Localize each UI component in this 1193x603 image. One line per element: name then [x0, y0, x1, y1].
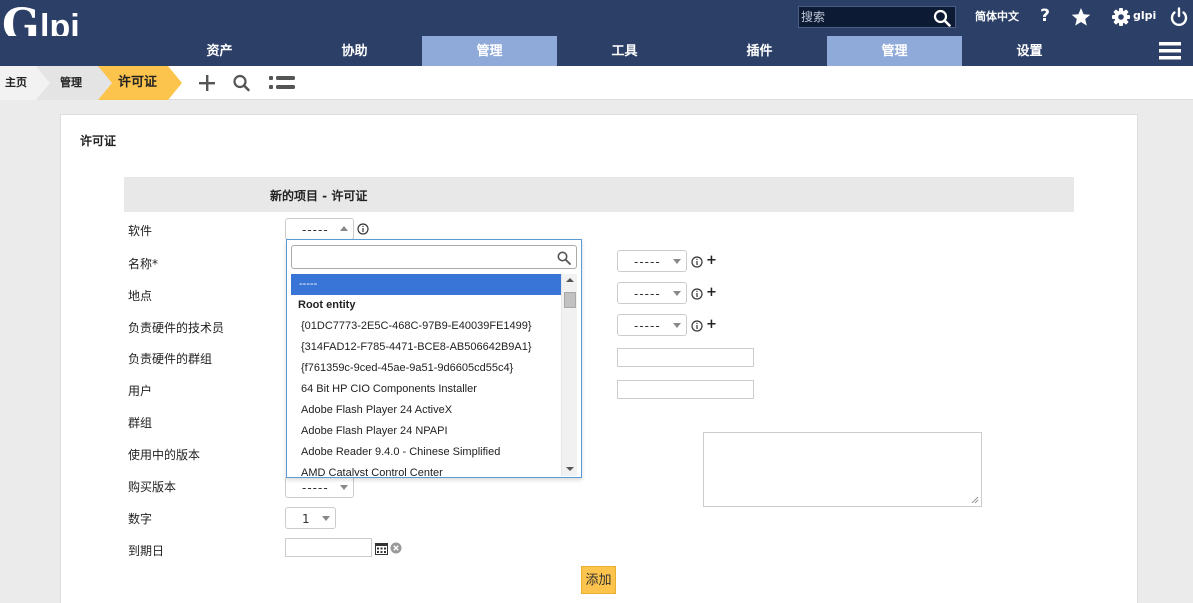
dropdown-option[interactable]: {314FAD12-F785-4471-BCE8-AB506642B9A1} [291, 337, 561, 358]
dropdown-option-empty[interactable]: ----- [291, 274, 561, 295]
dropdown-option[interactable]: Adobe Flash Player 24 ActiveX [291, 400, 561, 421]
user-name[interactable]: glpi [1133, 9, 1156, 22]
dropdown-option[interactable]: {f761359c-9ced-45ae-9a51-9d6605cd55c4} [291, 358, 561, 379]
location-select[interactable]: ----- [617, 282, 687, 304]
form-title: 新的项目 - 许可证 [270, 189, 368, 203]
nav-item-assets[interactable]: 资产 [152, 36, 287, 66]
number-label: 数字 [128, 512, 153, 526]
logout-icon[interactable] [1168, 6, 1190, 28]
search-icon [557, 251, 571, 265]
name-select[interactable]: ----- [617, 250, 687, 272]
page-title: 许可证 [80, 134, 117, 148]
chevron-down-icon [673, 259, 681, 264]
dropdown-scrollbar[interactable] [561, 274, 577, 476]
clear-date-icon[interactable] [390, 542, 402, 554]
software-dropdown: ----- Root entity {01DC7773-2E5C-468C-97… [286, 239, 582, 478]
dropdown-option[interactable]: {01DC7773-2E5C-468C-97B9-E40039FE1499} [291, 316, 561, 337]
dropdown-option[interactable]: Adobe Flash Player 24 NPAPI [291, 421, 561, 442]
name-label: 名称* [128, 257, 159, 271]
nav-item-administration[interactable]: 管理 [827, 36, 962, 66]
purchase-version-label: 购买版本 [128, 480, 177, 494]
comment-textarea[interactable] [703, 432, 982, 507]
add-button[interactable]: 添加 [581, 566, 616, 594]
nav-item-tools[interactable]: 工具 [557, 36, 692, 66]
technician-select[interactable]: ----- [617, 314, 687, 336]
number-select[interactable]: 1 [285, 507, 336, 529]
software-select[interactable]: ----- [285, 218, 354, 240]
nav-item-plugins[interactable]: 插件 [692, 36, 827, 66]
chevron-down-icon [340, 485, 348, 490]
dropdown-list: ----- Root entity {01DC7773-2E5C-468C-97… [291, 274, 561, 476]
help-icon[interactable]: ? [1034, 6, 1056, 28]
list-view-icon[interactable] [268, 74, 296, 92]
dropdown-option[interactable]: 64 Bit HP CIO Components Installer [291, 379, 561, 400]
dropdown-group-root-entity: Root entity [298, 299, 356, 311]
info-icon[interactable] [691, 288, 703, 300]
chevron-down-icon [673, 323, 681, 328]
hamburger-menu-icon[interactable] [1158, 41, 1182, 61]
group-label: 群组 [128, 416, 153, 430]
dropdown-option[interactable]: AMD Catalyst Control Center [291, 463, 561, 476]
expiration-date-input[interactable] [285, 538, 372, 557]
location-label: 地点 [128, 289, 153, 303]
tech-group-label: 负责硬件的群组 [128, 352, 213, 366]
add-plus-icon[interactable]: + [706, 253, 717, 268]
global-search[interactable] [798, 6, 956, 28]
dropdown-option[interactable]: Adobe Reader 9.4.0 - Chinese Simplified [291, 442, 561, 463]
form-header: 新的项目 - 许可证 [124, 177, 1074, 212]
search-list-icon[interactable] [232, 74, 252, 92]
star-icon[interactable] [1070, 6, 1092, 28]
scrollbar-thumb[interactable] [564, 292, 576, 308]
software-label: 软件 [128, 224, 153, 238]
add-icon[interactable] [197, 74, 217, 92]
purchase-version-select[interactable]: ----- [285, 476, 354, 498]
add-plus-icon[interactable]: + [706, 285, 717, 300]
breadcrumb-home[interactable]: 主页 [0, 66, 36, 100]
dropdown-search-input[interactable] [291, 245, 577, 269]
resize-grip-icon[interactable] [971, 496, 979, 504]
nav-item-management[interactable]: 管理 [422, 36, 557, 66]
info-icon[interactable] [691, 256, 703, 268]
user-label: 用户 [128, 384, 153, 398]
calendar-icon[interactable] [375, 542, 388, 555]
expiration-label: 到期日 [128, 544, 165, 558]
main-nav: 资产 协助 管理 工具 插件 管理 设置 [0, 36, 1193, 66]
user-input[interactable] [617, 380, 754, 399]
scroll-up-icon[interactable] [566, 278, 574, 282]
gear-icon[interactable] [1110, 6, 1132, 28]
technician-label: 负责硬件的技术员 [128, 321, 225, 335]
global-search-input[interactable] [801, 8, 929, 26]
chevron-down-icon [322, 516, 330, 521]
tech-group-input[interactable] [617, 348, 754, 367]
breadcrumb: 许可证 管理 主页 [0, 66, 1193, 100]
search-icon[interactable] [933, 9, 951, 27]
language-selector[interactable]: 简体中文 [975, 8, 1019, 24]
info-icon[interactable] [357, 223, 369, 235]
nav-item-setup[interactable]: 设置 [962, 36, 1097, 66]
add-plus-icon[interactable]: + [706, 317, 717, 332]
scroll-down-icon[interactable] [566, 467, 574, 471]
caret-up-icon [340, 226, 348, 231]
nav-item-assistance[interactable]: 协助 [287, 36, 422, 66]
info-icon[interactable] [691, 320, 703, 332]
version-in-use-label: 使用中的版本 [128, 448, 201, 462]
chevron-down-icon [673, 291, 681, 296]
